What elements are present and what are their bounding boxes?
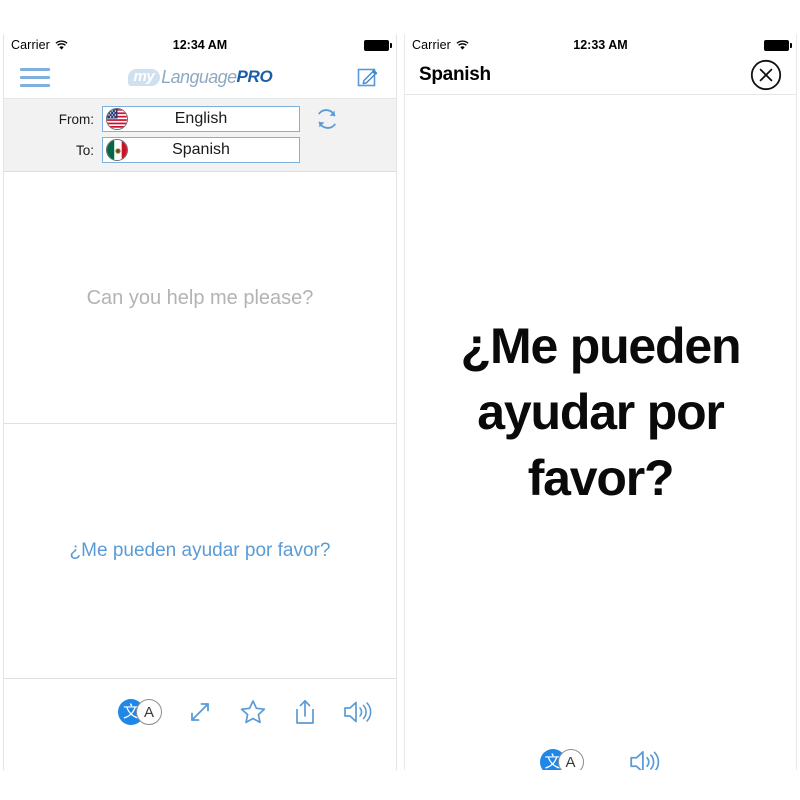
logo-pro-text: PRO [236,67,273,86]
battery-full-icon [364,39,392,51]
fullscreen-translation-text: ¿Me pueden ayudar por favor? [460,318,742,506]
right-status-bar: Carrier 12:33 AM [405,34,796,56]
left-bottom-toolbar: 文 A [4,679,396,745]
left-phone-panel: Carrier 12:34 AM my Language PRO From: E… [3,34,397,770]
from-language-value: English [174,110,228,127]
flag-mexico-icon [106,139,128,161]
source-text-area[interactable]: Can you help me please? [4,172,396,424]
to-label: To: [75,142,94,158]
page-title: Spanish [419,64,491,85]
wifi-icon [456,40,469,50]
right-phone-panel: Carrier 12:33 AM Spanish ¿Me pueden ayud… [404,34,797,770]
status-bar-left: Carrier [11,38,68,52]
translate-toggle-icon[interactable]: 文 A [118,699,162,725]
share-icon[interactable] [292,697,318,727]
right-bottom-toolbar: 文 A [405,729,796,770]
translation-text-area: ¿Me pueden ayudar por favor? [4,424,396,679]
source-text: Can you help me please? [86,286,314,309]
translate-toggle-icon[interactable]: 文 A [539,749,584,770]
from-language-row: From: English [4,106,396,132]
translation-text: ¿Me pueden ayudar por favor? [69,540,331,561]
swap-spacer [312,135,342,165]
wifi-icon [55,40,68,50]
to-language-value: Spanish [172,141,230,158]
close-circle-icon[interactable] [750,59,782,91]
hamburger-line [20,83,50,87]
left-status-bar: Carrier 12:34 AM [4,34,396,56]
swap-refresh-icon[interactable] [312,104,342,134]
left-nav-bar: my Language PRO [4,56,396,99]
to-language-field[interactable]: Spanish [102,137,300,163]
fullscreen-expand-icon[interactable] [186,698,214,726]
hamburger-line [20,75,50,79]
status-bar-right [764,39,792,51]
status-bar-left: Carrier [412,38,469,52]
carrier-label: Carrier [412,38,451,52]
translate-latin-glyph: A [557,749,584,770]
favorite-star-icon[interactable] [238,697,268,727]
screenshot-root: Carrier 12:34 AM my Language PRO From: E… [0,0,800,800]
translate-icon-group: 文 A [539,749,584,770]
speaker-icon[interactable] [342,698,374,726]
language-selector-area: From: English To: Spanish [4,99,396,172]
battery-full-icon [764,39,792,51]
hamburger-line [20,67,50,71]
status-bar-right [364,39,392,51]
from-label: From: [58,111,94,127]
from-language-field[interactable]: English [102,106,300,132]
speaker-icon[interactable] [628,747,662,770]
translate-latin-glyph: A [136,699,162,725]
translate-icon-group: 文 A [118,699,162,725]
carrier-label: Carrier [11,38,50,52]
logo-language-text: Language [161,66,237,87]
hamburger-menu-icon[interactable] [20,67,50,87]
right-nav-bar: Spanish [405,56,796,95]
flag-usa-icon [106,108,128,130]
to-language-row: To: Spanish [4,137,396,163]
fullscreen-text-area: ¿Me pueden ayudar por favor? [405,95,796,729]
compose-pencil-icon[interactable] [356,65,380,89]
app-logo: my Language PRO [4,67,396,88]
logo-my-bubble: my [127,68,161,86]
